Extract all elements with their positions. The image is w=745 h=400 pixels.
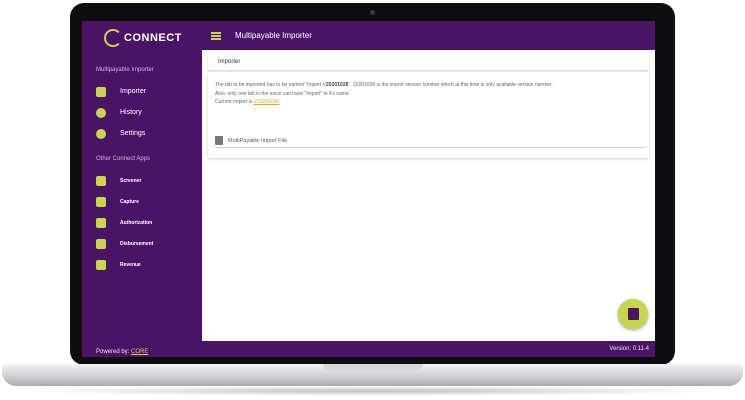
instruction-line-3: Current Import is V20201028 <box>215 99 280 105</box>
top-app-bar: Multipayable Importer <box>202 21 655 50</box>
history-icon <box>96 107 106 118</box>
app-item-disbursement[interactable]: Disbursement <box>82 233 202 254</box>
sidebar: CONNECT Multipayable Importer Importer H… <box>82 21 202 357</box>
camera-icon <box>96 196 106 207</box>
sidebar-section-title: Multipayable Importer <box>96 67 154 73</box>
import-icon <box>627 308 639 320</box>
page-title: Multipayable Importer <box>235 31 312 40</box>
app-item-label: Capture <box>120 198 139 205</box>
signature-icon <box>96 217 106 228</box>
tab-importer[interactable]: Importer <box>208 54 649 70</box>
sidebar-item-label: Settings <box>120 130 146 137</box>
app-item-label: Screener <box>120 177 142 184</box>
sidebar-item-label: Importer <box>120 88 147 95</box>
sidebar-item-importer[interactable]: Importer <box>82 81 202 102</box>
version-label: Version: 0.11.4 <box>609 346 649 352</box>
brand-name: CONNECT <box>124 32 182 44</box>
instruction-line-1: The tab to be imported has to be named "… <box>215 82 553 88</box>
laptop-notch <box>323 364 423 371</box>
app-item-revenue[interactable]: Revenue <box>82 254 202 275</box>
camera-dot <box>370 10 375 15</box>
import-file-input[interactable]: MultiPayable Import File <box>215 134 645 148</box>
sidebar-item-history[interactable]: History <box>82 102 202 123</box>
sidebar-item-label: History <box>120 109 142 116</box>
instructions-text: The tab to be imported has to be named "… <box>215 81 645 107</box>
powered-by: Powered by: CORE <box>96 349 148 355</box>
laptop-frame: CONNECT Multipayable Importer Importer H… <box>0 0 745 400</box>
app-item-screener[interactable]: Screener <box>82 170 202 191</box>
main-content: Importer The tab to be imported has to b… <box>202 50 655 341</box>
apps-section-title: Other Connect Apps <box>96 156 151 162</box>
logo-icon <box>104 29 122 47</box>
importer-card: The tab to be imported has to be named "… <box>208 72 649 158</box>
card-icon <box>96 259 106 270</box>
app-screen: CONNECT Multipayable Importer Importer H… <box>82 21 655 357</box>
menu-icon[interactable] <box>211 31 221 40</box>
import-button[interactable] <box>618 299 648 329</box>
send-icon <box>96 238 106 249</box>
file-icon <box>215 136 223 145</box>
brand[interactable]: CONNECT <box>82 21 202 55</box>
laptop-shadow <box>20 386 725 396</box>
app-item-label: Disbursement <box>120 240 154 247</box>
instruction-line-2: Also, only one tab in the excel can have… <box>215 90 351 97</box>
gear-icon <box>96 128 106 139</box>
import-icon <box>96 86 106 97</box>
app-item-label: Revenue <box>120 261 141 268</box>
screener-icon <box>96 175 106 186</box>
footer-bar: Version: 0.11.4 <box>202 341 655 357</box>
sidebar-item-settings[interactable]: Settings <box>82 123 202 144</box>
powered-by-link[interactable]: CORE <box>131 349 148 355</box>
import-file-label: MultiPayable Import File <box>228 137 287 144</box>
app-item-authorization[interactable]: Authorization <box>82 212 202 233</box>
apps-list: Screener Capture Authorization Disbursem… <box>82 170 202 275</box>
app-item-capture[interactable]: Capture <box>82 191 202 212</box>
app-item-label: Authorization <box>120 219 153 226</box>
current-import-link[interactable]: V20201028 <box>254 99 280 105</box>
powered-by-label: Powered by: <box>96 349 130 355</box>
